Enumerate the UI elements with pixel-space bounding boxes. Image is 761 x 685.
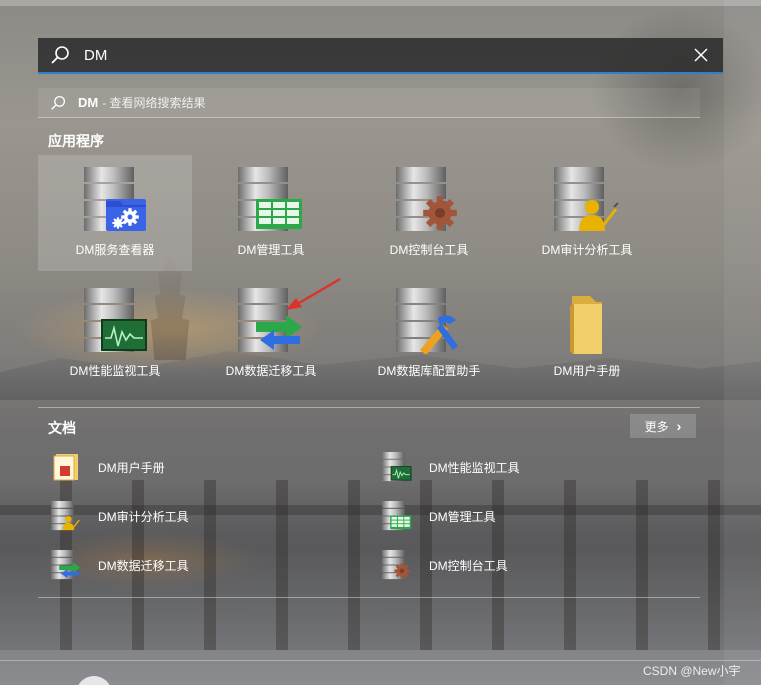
web-search-row[interactable]: DM - 查看网络搜索结果 [38,88,700,118]
app-tile-label: DM用户手册 [553,364,621,378]
app-tile-label: DM数据迁移工具 [225,364,317,378]
dm-monitor-icon [84,288,147,352]
dm-config-assistant-icon [396,288,458,354]
dm-monitor-icon [382,452,412,482]
dm-migration-icon [51,550,81,580]
dm-console-icon [382,550,410,580]
folder-icon [570,296,602,354]
app-tile-label: DM性能监视工具 [69,364,161,378]
bottom-section-divider [38,597,700,598]
dm-manager-icon [238,167,302,231]
dm-console-icon [396,167,457,231]
doc-item-label: DM控制台工具 [429,558,508,573]
app-tile-label: DM服务查看器 [75,243,155,257]
dm-audit-icon [51,501,80,531]
doc-item-label: DM用户手册 [98,460,165,475]
doc-item-dm-migration[interactable]: DM数据迁移工具 [50,548,189,582]
chevron-right-icon: › [676,418,682,434]
doc-item-label: DM性能监视工具 [429,460,520,475]
doc-item-label: DM数据迁移工具 [98,558,189,573]
taskbar-divider [0,660,761,661]
watermark: CSDN @New小宇 [643,664,741,678]
red-arrow-annotation [286,277,341,310]
dm-audit-icon [554,167,619,231]
web-search-query: DM [78,95,99,110]
search-input[interactable] [84,46,693,64]
pdf-doc-icon [53,454,78,481]
more-button-label: 更多 [644,419,669,434]
doc-item-dm-monitor[interactable]: DM性能监视工具 [381,450,520,484]
app-tile-dm-manager[interactable]: DM管理工具 [194,155,348,271]
doc-item-dm-manager[interactable]: DM管理工具 [381,499,496,533]
apps-section-title: 应用程序 [48,133,104,149]
app-tile-dm-service-viewer[interactable]: DM服务查看器 [38,155,192,271]
app-tile-label: DM审计分析工具 [541,243,633,257]
start-circle[interactable] [76,676,112,685]
app-tile-dm-user-manual[interactable]: DM用户手册 [510,276,664,392]
app-tile-dm-monitor[interactable]: DM性能监视工具 [38,276,192,392]
close-icon[interactable] [693,47,709,63]
web-search-icon [51,95,66,110]
app-tile-label: DM数据库配置助手 [377,364,481,378]
docs-section-title: 文档 [48,420,76,436]
app-tile-label: DM控制台工具 [389,243,469,257]
doc-item-label: DM管理工具 [429,509,496,524]
app-tile-dm-audit[interactable]: DM审计分析工具 [510,155,664,271]
doc-item-dm-console[interactable]: DM控制台工具 [381,548,508,582]
app-tile-label: DM管理工具 [237,243,305,257]
app-tile-dm-config-assistant[interactable]: DM数据库配置助手 [352,276,506,392]
section-divider [38,407,700,408]
web-search-hint: - 查看网络搜索结果 [102,96,206,110]
dm-manager-icon [382,501,412,531]
doc-item-dm-user-manual[interactable]: DM用户手册 [50,450,165,484]
panel-edge [724,0,761,685]
app-tile-dm-console[interactable]: DM控制台工具 [352,155,506,271]
more-button[interactable]: 更多 › [630,414,696,438]
search-icon [51,46,69,64]
doc-item-label: DM审计分析工具 [98,509,189,524]
search-box[interactable] [38,38,723,74]
dm-service-viewer-icon [84,167,146,231]
doc-item-dm-audit[interactable]: DM审计分析工具 [50,499,189,533]
